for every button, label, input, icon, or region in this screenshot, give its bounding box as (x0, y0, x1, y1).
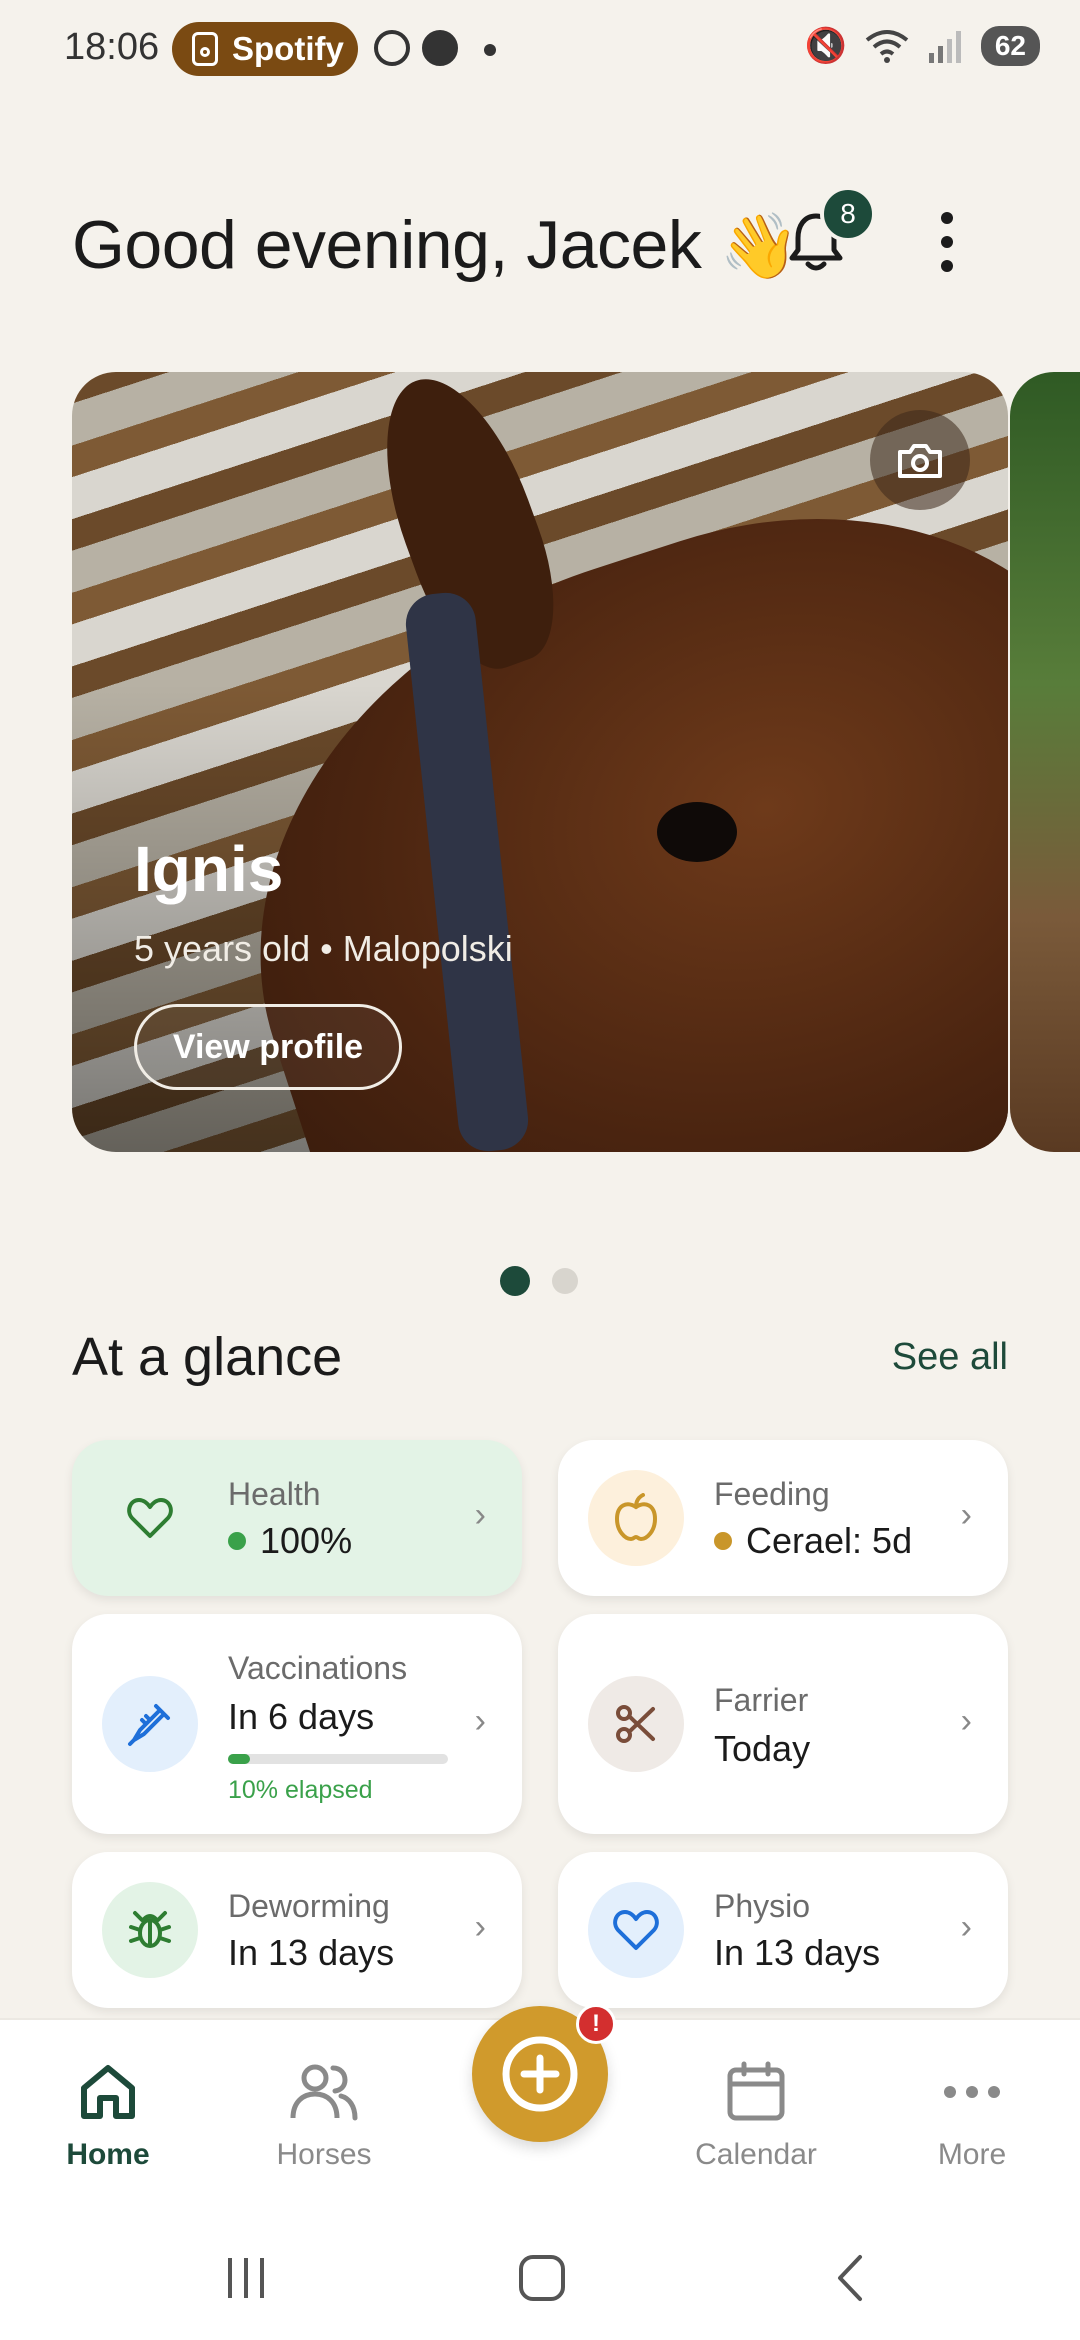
camera-icon (898, 444, 942, 478)
nav-home[interactable]: Home (28, 2060, 188, 2172)
nav-calendar-label: Calendar (695, 2138, 817, 2171)
add-alert-badge: ! (576, 2004, 616, 2044)
greeting-text: Good evening, Jacek (72, 207, 702, 283)
horse-photo-eye (657, 802, 737, 862)
home-square-icon (519, 2255, 565, 2301)
wifi-icon (865, 30, 909, 63)
scissors-icon (588, 1676, 684, 1772)
feeding-value: Cerael: 5d (714, 1520, 912, 1562)
status-dot (714, 1532, 732, 1550)
signal-icon (928, 31, 961, 63)
kebab-dot (941, 236, 953, 248)
status-bar: 18:06 Spotify 🔇 62 (0, 0, 1080, 100)
chevron-right-icon: › (474, 1702, 486, 1740)
feeding-label: Feeding (714, 1476, 830, 1512)
bug-icon (102, 1882, 198, 1978)
horses-icon (290, 2064, 358, 2121)
physio-value: In 13 days (714, 1932, 881, 1973)
carousel-pagination (500, 1266, 578, 1296)
status-time: 18:06 (64, 26, 160, 68)
horse-name: Ignis (134, 833, 284, 905)
syringe-icon (102, 1676, 198, 1772)
greeting-title: Good evening, Jacek 👋 (72, 206, 799, 284)
heart-outline-icon (588, 1882, 684, 1978)
farrier-label: Farrier (714, 1682, 809, 1718)
health-value-text: 100% (260, 1520, 353, 1561)
home-system-button[interactable] (512, 2248, 572, 2308)
overflow-menu-button[interactable] (934, 212, 960, 272)
whatsapp-icon (374, 30, 410, 66)
health-card[interactable]: Health 100% › (72, 1440, 522, 1596)
chevron-right-icon: › (474, 1496, 486, 1534)
back-icon (838, 2255, 862, 2301)
status-dot (228, 1532, 246, 1550)
section-title: At a glance (72, 1327, 343, 1387)
back-button[interactable] (820, 2248, 880, 2308)
feeding-value-text: Cerael: 5d (746, 1520, 913, 1561)
see-all-link[interactable]: See all (892, 1336, 1008, 1379)
calendar-icon (727, 2061, 785, 2121)
heart-icon (102, 1470, 198, 1566)
vaccination-progress-bar (228, 1754, 448, 1764)
spotify-media-chip[interactable]: Spotify (172, 22, 358, 76)
chevron-right-icon: › (960, 1908, 972, 1946)
chevron-right-icon: › (474, 1908, 486, 1946)
change-photo-button[interactable] (870, 410, 970, 510)
health-value: 100% (228, 1520, 352, 1562)
page-dot[interactable] (552, 1268, 578, 1294)
nav-calendar[interactable]: Calendar (676, 2060, 836, 2172)
horse-card[interactable]: Ignis 5 years old • Malopolski View prof… (72, 372, 1008, 1152)
vaccination-progress-fill (228, 1754, 250, 1764)
nav-horses[interactable]: Horses (244, 2060, 404, 2172)
vaccinations-label: Vaccinations (228, 1650, 408, 1686)
vaccinations-card[interactable]: Vaccinations In 6 days 10% elapsed › (72, 1614, 522, 1834)
nav-home-label: Home (66, 2138, 150, 2171)
farrier-value: Today (714, 1728, 811, 1769)
recents-button[interactable] (216, 2248, 276, 2308)
deworming-value: In 13 days (228, 1932, 395, 1973)
page-dot-active[interactable] (500, 1266, 530, 1296)
deworming-card[interactable]: Deworming In 13 days › (72, 1852, 522, 2008)
mute-icon: 🔇 (804, 27, 847, 65)
physio-label: Physio (714, 1888, 811, 1924)
vaccinations-value: In 6 days (228, 1696, 375, 1737)
system-navigation-bar (0, 2218, 1080, 2340)
nav-more-label: More (937, 2138, 1007, 2171)
more-notifications-dot (484, 44, 496, 56)
media-chip-label: Spotify (232, 30, 344, 67)
speaker-icon (192, 32, 218, 66)
battery-indicator: 62 (980, 26, 1040, 66)
nav-more[interactable]: More (892, 2060, 1052, 2172)
feeding-card[interactable]: Feeding Cerael: 5d › (558, 1440, 1008, 1596)
kebab-dot (941, 260, 953, 272)
health-label: Health (228, 1476, 321, 1512)
nav-horses-label: Horses (276, 2138, 372, 2171)
chevron-right-icon: › (960, 1496, 972, 1534)
more-icon (944, 2086, 1000, 2098)
deworming-label: Deworming (228, 1888, 390, 1924)
kebab-dot (941, 212, 953, 224)
chevron-right-icon: › (960, 1702, 972, 1740)
horse-details: 5 years old • Malopolski (134, 928, 513, 969)
plus-icon (502, 2036, 578, 2112)
notification-count-badge: 8 (820, 186, 876, 242)
farrier-card[interactable]: Farrier Today › (558, 1614, 1008, 1834)
view-profile-button[interactable]: View profile (134, 1004, 402, 1090)
status-right-group: 🔇 62 (804, 26, 1040, 66)
vaccination-elapsed-label: 10% elapsed (228, 1776, 373, 1804)
physio-card[interactable]: Physio In 13 days › (558, 1852, 1008, 2008)
next-horse-card-peek[interactable] (1010, 372, 1080, 1152)
home-icon (81, 2065, 135, 2119)
apple-icon (588, 1470, 684, 1566)
facebook-icon (422, 30, 458, 66)
recents-icon (228, 2258, 264, 2298)
